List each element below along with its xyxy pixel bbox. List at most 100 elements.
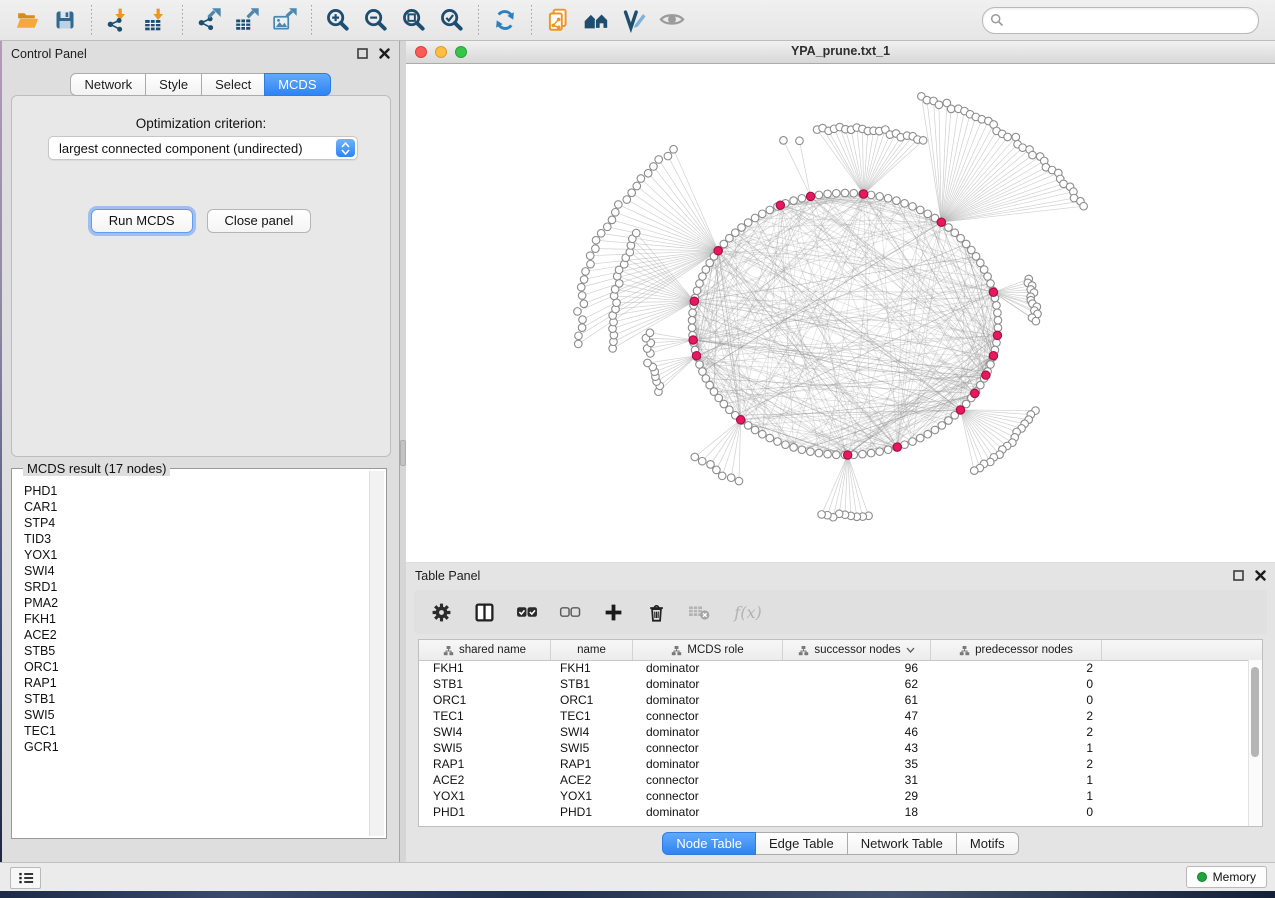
network-node[interactable] [945, 224, 953, 232]
mcds-node[interactable] [690, 297, 698, 305]
zoom-selected-button[interactable] [435, 3, 469, 37]
table-cell[interactable]: STB1 [550, 676, 632, 692]
network-node[interactable] [580, 300, 588, 308]
network-node[interactable] [731, 229, 739, 237]
float-panel-button[interactable] [356, 47, 369, 60]
table-cell[interactable]: 0 [930, 804, 1101, 820]
mcds-result-item[interactable]: SRD1 [24, 579, 369, 595]
network-node[interactable] [597, 229, 605, 237]
tab-motifs[interactable]: Motifs [956, 832, 1019, 855]
table-cell[interactable]: RAP1 [550, 756, 632, 772]
network-node[interactable] [751, 214, 759, 222]
network-node[interactable] [1012, 133, 1020, 141]
table-row[interactable]: STB1STB1dominator620 [419, 676, 1249, 692]
table-cell[interactable]: ORC1 [550, 692, 632, 708]
network-node[interactable] [727, 474, 735, 482]
network-node[interactable] [574, 308, 582, 316]
network-node[interactable] [688, 316, 696, 324]
table-cell[interactable]: 1 [930, 740, 1101, 756]
table-cell[interactable]: 35 [782, 756, 930, 772]
table-scrollbar-thumb[interactable] [1251, 667, 1259, 757]
network-node[interactable] [612, 209, 620, 217]
network-node[interactable] [893, 197, 901, 205]
network-node[interactable] [909, 203, 917, 211]
table-cell[interactable]: FKH1 [550, 660, 632, 676]
table-cell[interactable]: dominator [632, 724, 782, 740]
network-node[interactable] [970, 467, 978, 475]
table-row[interactable]: ORC1ORC1dominator610 [419, 692, 1249, 708]
zoom-fit-button[interactable] [397, 3, 431, 37]
network-node[interactable] [884, 195, 892, 203]
open-session-button[interactable] [10, 3, 44, 37]
network-node[interactable] [824, 450, 832, 458]
network-node[interactable] [832, 451, 840, 459]
table-settings-button[interactable] [428, 599, 454, 625]
mcds-list-scrollbar[interactable] [369, 471, 384, 836]
network-node[interactable] [1029, 151, 1037, 159]
table-cell[interactable]: ACE2 [550, 772, 632, 788]
network-node[interactable] [919, 137, 927, 145]
column-header-name[interactable]: name [550, 640, 632, 660]
tab-mcds[interactable]: MCDS [264, 73, 330, 96]
network-node[interactable] [577, 283, 585, 291]
table-cell[interactable]: PHD1 [550, 804, 632, 820]
network-node[interactable] [696, 280, 704, 288]
column-header-shared-name[interactable]: shared name [419, 640, 550, 660]
network-node[interactable] [790, 444, 798, 452]
mcds-node[interactable] [736, 416, 744, 424]
table-cell[interactable]: 2 [930, 660, 1101, 676]
network-node[interactable] [735, 477, 743, 485]
mcds-result-item[interactable]: TEC1 [24, 723, 369, 739]
network-node[interactable] [580, 276, 588, 284]
table-scrollbar[interactable] [1248, 660, 1262, 826]
table-cell[interactable]: SWI4 [550, 724, 632, 740]
table-cell[interactable]: 47 [782, 708, 930, 724]
network-node[interactable] [650, 163, 658, 171]
network-node[interactable] [696, 361, 704, 369]
criterion-dropdown[interactable]: largest connected component (undirected) [48, 136, 358, 160]
table-cell[interactable]: SWI4 [419, 724, 550, 740]
mcds-node[interactable] [989, 288, 997, 296]
network-node[interactable] [987, 280, 995, 288]
network-node[interactable] [924, 210, 932, 218]
network-node[interactable] [994, 309, 1002, 317]
mcds-node[interactable] [956, 406, 964, 414]
table-row[interactable]: SWI5SWI5connector431 [419, 740, 1249, 756]
mcds-node[interactable] [806, 192, 814, 200]
network-node[interactable] [693, 287, 701, 295]
mcds-node[interactable] [971, 389, 979, 397]
tab-node-table[interactable]: Node Table [662, 832, 756, 855]
mcds-node[interactable] [714, 247, 722, 255]
show-networks-button[interactable] [579, 3, 613, 37]
table-cell[interactable]: SWI5 [550, 740, 632, 756]
network-node[interactable] [646, 329, 654, 337]
hide-panels-button[interactable] [655, 3, 689, 37]
network-node[interactable] [984, 273, 992, 281]
table-cell[interactable]: YOX1 [550, 788, 632, 804]
mcds-result-item[interactable]: CAR1 [24, 499, 369, 515]
network-node[interactable] [818, 511, 826, 519]
network-node[interactable] [744, 422, 752, 430]
network-node[interactable] [608, 216, 616, 224]
network-node[interactable] [633, 182, 641, 190]
mcds-result-item[interactable]: SWI4 [24, 563, 369, 579]
column-header-predecessor-nodes[interactable]: predecessor nodes [930, 640, 1101, 660]
network-node[interactable] [867, 449, 875, 457]
network-node[interactable] [901, 200, 909, 208]
refresh-layout-button[interactable] [488, 3, 522, 37]
mcds-result-item[interactable]: ACE2 [24, 627, 369, 643]
network-canvas[interactable] [406, 63, 1275, 562]
mcds-result-item[interactable]: SWI5 [24, 707, 369, 723]
network-node[interactable] [876, 193, 884, 201]
table-cell[interactable]: 18 [782, 804, 930, 820]
network-node[interactable] [947, 105, 955, 113]
network-node[interactable] [758, 430, 766, 438]
tab-style[interactable]: Style [145, 73, 202, 96]
zoom-out-button[interactable] [359, 3, 393, 37]
add-column-button[interactable] [600, 599, 626, 625]
unselect-all-button[interactable] [557, 599, 583, 625]
close-panel-button[interactable] [378, 47, 391, 60]
table-cell[interactable]: ORC1 [419, 692, 550, 708]
close-table-panel-button[interactable] [1254, 569, 1267, 582]
table-cell[interactable]: 61 [782, 692, 930, 708]
